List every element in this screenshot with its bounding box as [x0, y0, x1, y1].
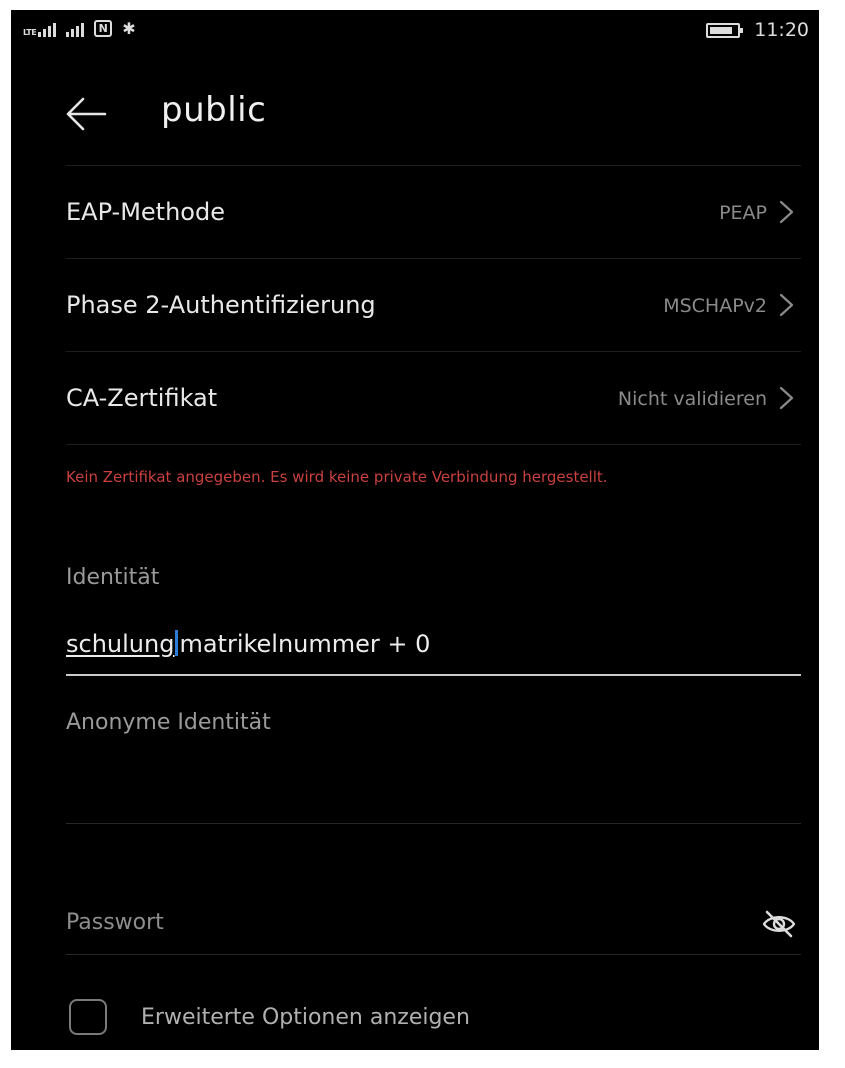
chevron-right-icon: [779, 293, 794, 317]
phase2-auth-label: Phase 2-Authentifizierung: [66, 291, 376, 319]
signal-icon: [66, 23, 85, 37]
advanced-options-checkbox-row[interactable]: Erweiterte Optionen anzeigen: [69, 996, 470, 1038]
anonymous-identity-label: Anonyme Identität: [66, 710, 271, 735]
page-title: public: [161, 90, 267, 130]
text-cursor: [175, 630, 179, 656]
header: public: [11, 80, 819, 150]
chevron-right-icon: [779, 200, 794, 224]
divider: [66, 444, 801, 445]
identity-label: Identität: [66, 565, 160, 590]
phase2-auth-value: MSCHAPv2: [663, 295, 767, 317]
network-type-label: LTE: [23, 28, 37, 37]
eye-off-icon: [762, 910, 796, 938]
identity-remaining-text: matrikelnummer + 0: [179, 630, 431, 658]
certificate-warning: Kein Zertifikat angegeben. Es wird keine…: [66, 468, 608, 486]
identity-typed-text: schulung: [66, 630, 175, 658]
chevron-right-icon: [779, 386, 794, 410]
bluetooth-icon: ✱: [122, 19, 136, 38]
back-arrow-icon: [66, 97, 107, 131]
password-visibility-toggle[interactable]: [761, 908, 797, 940]
battery-icon: [706, 22, 744, 38]
password-placeholder: Passwort: [66, 910, 164, 935]
ca-certificate-row[interactable]: CA-Zertifikat Nicht validieren: [66, 351, 801, 444]
advanced-options-label: Erweiterte Optionen anzeigen: [141, 1004, 470, 1030]
phase2-auth-row[interactable]: Phase 2-Authentifizierung MSCHAPv2: [66, 258, 801, 351]
wifi-config-screen: LTE N ✱ 11:20 public EAP-Methode PEAP Ph…: [11, 10, 819, 1050]
clock: 11:20: [754, 19, 809, 41]
password-input[interactable]: Passwort: [66, 894, 801, 955]
eap-method-value: PEAP: [719, 202, 767, 224]
nfc-icon: N: [94, 20, 113, 37]
back-button[interactable]: [63, 94, 109, 134]
status-bar: LTE N ✱ 11:20: [11, 10, 819, 50]
signal-icon: LTE: [23, 23, 57, 37]
anonymous-identity-input[interactable]: [66, 745, 801, 824]
ca-certificate-label: CA-Zertifikat: [66, 384, 218, 412]
identity-input[interactable]: schulung matrikelnummer + 0: [66, 622, 801, 676]
eap-method-label: EAP-Methode: [66, 198, 225, 226]
identity-value: schulung matrikelnummer + 0: [66, 630, 430, 658]
eap-method-row[interactable]: EAP-Methode PEAP: [66, 165, 801, 258]
ca-certificate-value: Nicht validieren: [617, 388, 767, 410]
advanced-options-checkbox[interactable]: [69, 999, 107, 1035]
